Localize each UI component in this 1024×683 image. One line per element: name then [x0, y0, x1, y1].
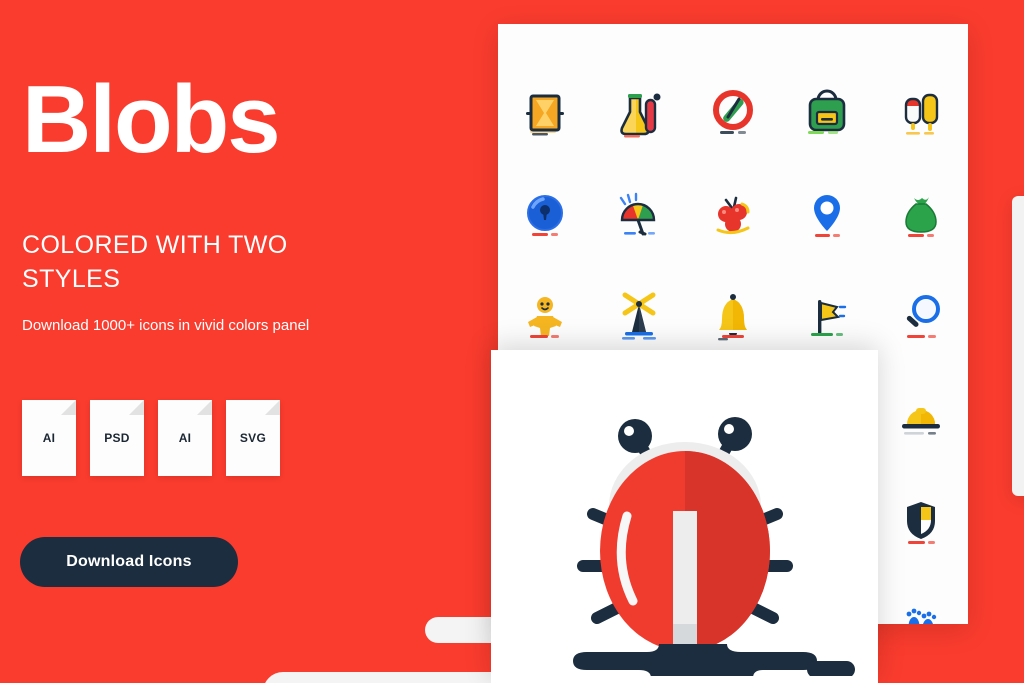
file-badge-label: AI: [42, 431, 56, 445]
file-badge-svg[interactable]: SVG: [226, 400, 280, 476]
backpack-icon[interactable]: [780, 82, 874, 144]
map-pin-icon[interactable]: [780, 184, 874, 246]
popsicle-icon[interactable]: [874, 82, 968, 144]
magnifier-icon[interactable]: [874, 286, 968, 348]
berries-icon[interactable]: [686, 184, 780, 246]
shield-icon[interactable]: [874, 490, 968, 552]
hero-subtitle: COLORED WITH TWO STYLES: [22, 231, 288, 293]
bell-icon[interactable]: [686, 286, 780, 348]
download-icons-button[interactable]: Download Icons: [20, 537, 238, 587]
lock-ball-icon[interactable]: [498, 184, 592, 246]
file-format-badges: AI PSD AI SVG: [22, 400, 280, 476]
hourglass-icon[interactable]: [498, 82, 592, 144]
hero-description: Download 1000+ icons in vivid colors pan…: [22, 317, 310, 334]
file-badge-label: PSD: [104, 431, 130, 445]
hard-hat-icon[interactable]: [874, 388, 968, 450]
flask-test-tube-icon[interactable]: [592, 82, 686, 144]
file-badge-label: AI: [178, 431, 192, 445]
file-badge-label: SVG: [239, 431, 267, 445]
gingerbread-man-icon[interactable]: [498, 286, 592, 348]
no-entry-icon[interactable]: [686, 82, 780, 144]
footprints-icon[interactable]: [874, 592, 968, 624]
flag-icon[interactable]: [780, 286, 874, 348]
page-title: Blobs: [22, 66, 281, 173]
beach-umbrella-icon[interactable]: [592, 184, 686, 246]
money-bag-icon[interactable]: [874, 184, 968, 246]
ladybug-showcase-card: [491, 350, 878, 683]
file-badge-psd[interactable]: PSD: [90, 400, 144, 476]
windmill-icon[interactable]: [592, 286, 686, 348]
file-badge-ai-1[interactable]: AI: [22, 400, 76, 476]
file-badge-ai-2[interactable]: AI: [158, 400, 212, 476]
ladybug-illustration: [572, 417, 855, 676]
background-peek-card: [1012, 196, 1024, 496]
promo-banner: Blobs COLORED WITH TWO STYLES Download 1…: [0, 0, 1024, 683]
